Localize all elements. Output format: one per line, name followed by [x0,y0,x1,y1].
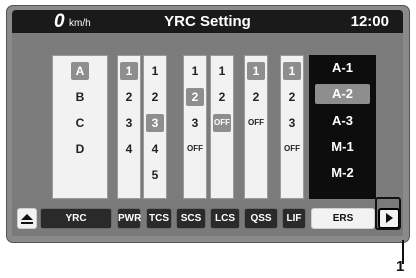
setting-value[interactable]: 2 [247,88,265,106]
setting-value[interactable]: 1 [146,62,164,80]
setting-column-qss: 1 2 OFF [244,55,268,199]
callout-number: 1 [396,258,405,275]
pwr-button[interactable]: PWR [117,208,141,229]
mode-item[interactable]: A-2 [315,84,370,104]
setting-value[interactable]: A [71,62,89,80]
mode-list: A-1 A-2 A-3 M-1 M-2 [309,55,376,199]
setting-column-tcs: 1 2 3 4 5 [143,55,167,199]
setting-column-a: A B C D [52,55,108,199]
eject-button[interactable] [17,208,37,229]
setting-value[interactable]: OFF [213,114,231,132]
setting-value[interactable]: 2 [283,88,301,106]
mode-item[interactable]: A-1 [315,58,370,78]
setting-value[interactable]: 2 [120,88,138,106]
setting-value[interactable]: 3 [283,114,301,132]
setting-value[interactable]: B [71,88,89,106]
setting-value[interactable]: 3 [146,114,164,132]
setting-column-pwr: 1 2 3 4 [117,55,141,199]
setting-value[interactable]: 1 [186,62,204,80]
yrc-button[interactable]: YRC [40,208,112,229]
clock: 12:00 [350,13,389,30]
setting-value[interactable]: 4 [120,140,138,158]
setting-value[interactable]: 5 [146,166,164,184]
setting-value[interactable]: OFF [283,140,301,158]
mode-item[interactable]: M-2 [315,163,370,183]
setting-value[interactable]: 1 [247,62,265,80]
setting-value[interactable]: D [71,140,89,158]
qss-button[interactable]: QSS [244,208,278,229]
status-bar: 0 km/h YRC Setting 12:00 [12,10,403,33]
setting-column-scs: 1 2 3 OFF [183,55,207,199]
mode-item[interactable]: A-3 [315,111,370,131]
setting-value[interactable]: 1 [283,62,301,80]
setting-column-lif: 1 2 3 OFF [280,55,304,199]
tcs-button[interactable]: TCS [146,208,172,229]
scs-button[interactable]: SCS [176,208,206,229]
ers-button[interactable]: ERS [311,208,375,229]
setting-value[interactable]: 1 [120,62,138,80]
setting-value[interactable]: C [71,114,89,132]
callout-box [375,197,401,230]
setting-value[interactable]: 2 [213,88,231,106]
eject-icon [21,214,33,224]
mode-item[interactable]: M-1 [315,137,370,157]
setting-value[interactable]: 2 [186,88,204,106]
setting-value[interactable]: 4 [146,140,164,158]
setting-value[interactable]: 3 [120,114,138,132]
setting-value[interactable]: 3 [186,114,204,132]
setting-value[interactable]: OFF [247,114,265,132]
lcs-button[interactable]: LCS [210,208,240,229]
lif-button[interactable]: LIF [282,208,306,229]
screen-title: YRC Setting [164,13,251,30]
setting-value[interactable]: 2 [146,88,164,106]
setting-column-lcs: 1 2 OFF [210,55,234,199]
setting-value[interactable]: OFF [186,140,204,158]
setting-value[interactable]: 1 [213,62,231,80]
